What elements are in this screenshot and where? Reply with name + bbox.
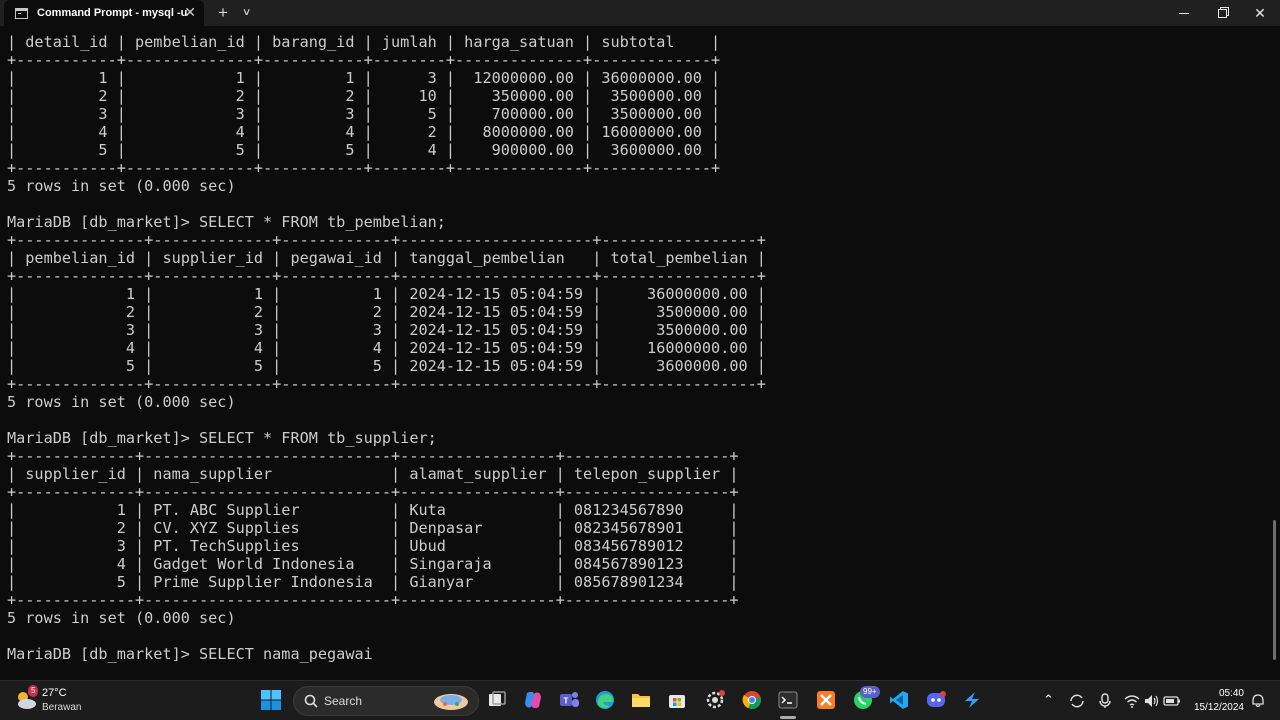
search-highlight-icon <box>434 694 468 710</box>
terminal-line: | detail_id | pembelian_id | barang_id |… <box>7 33 721 51</box>
search-box[interactable]: Search <box>293 686 479 716</box>
vscode-icon[interactable] <box>888 689 910 711</box>
terminal-line: | 4 | Gadget World Indonesia | Singaraja… <box>7 555 739 573</box>
terminal-line: | 2 | 2 | 2 | 10 | 350000.00 | 3500000.0… <box>7 87 721 105</box>
terminal-line: | 4 | 4 | 4 | 2 | 8000000.00 | 16000000.… <box>7 123 721 141</box>
terminal-line: | pembelian_id | supplier_id | pegawai_i… <box>7 249 766 267</box>
whatsapp-badge: 99+ <box>860 686 880 698</box>
tab-close-icon[interactable]: ✕ <box>184 5 196 19</box>
clock-date[interactable]: 15/12/2024 <box>1186 702 1244 713</box>
terminal-line: | 2 | CV. XYZ Supplies | Denpasar | 0823… <box>7 519 739 537</box>
title-bar: Command Prompt - mysql -u ✕ + ∨ ✕ <box>0 0 1280 26</box>
notification-bell-icon[interactable] <box>1250 693 1266 709</box>
start-icon[interactable] <box>260 689 282 711</box>
terminal-icon <box>15 7 28 19</box>
svg-text:T: T <box>564 697 569 706</box>
terminal-line: | 1 | 1 | 1 | 3 | 12000000.00 | 36000000… <box>7 69 721 87</box>
terminal-line: +--------------+-------------+----------… <box>7 267 766 285</box>
terminal-line: | 3 | 3 | 3 | 5 | 700000.00 | 3500000.00… <box>7 105 721 123</box>
wifi-icon[interactable] <box>1123 692 1141 710</box>
xampp-icon[interactable] <box>815 689 837 711</box>
restore-icon <box>1217 8 1227 18</box>
teams-icon[interactable]: T <box>558 689 580 711</box>
close-button[interactable]: ✕ <box>1240 0 1280 26</box>
terminal-app-icon[interactable] <box>777 689 799 711</box>
terminal-line: +-------------+-------------------------… <box>7 447 739 465</box>
minimize-button[interactable] <box>1164 0 1204 26</box>
store-icon[interactable] <box>666 689 688 711</box>
terminal-line: +-------------+-------------------------… <box>7 483 739 501</box>
copilot-icon[interactable] <box>522 689 544 711</box>
battery-icon[interactable] <box>1163 692 1181 710</box>
terminal-line: +-----------+--------------+-----------+… <box>7 51 721 69</box>
terminal-line: | 3 | 3 | 3 | 2024-12-15 05:04:59 | 3500… <box>7 321 766 339</box>
active-app-indicator <box>780 716 796 719</box>
terminal-line: | 1 | 1 | 1 | 2024-12-15 05:04:59 | 3600… <box>7 285 766 303</box>
terminal-line: +--------------+-------------+----------… <box>7 375 766 393</box>
volume-icon[interactable] <box>1143 692 1161 710</box>
terminal-line: | supplier_id | nama_supplier | alamat_s… <box>7 465 739 483</box>
task-view-icon[interactable] <box>486 689 508 711</box>
gear-icon[interactable] <box>704 689 726 711</box>
terminal-line: 5 rows in set (0.000 sec) <box>7 609 236 627</box>
terminal-line: 5 rows in set (0.000 sec) <box>7 177 236 195</box>
weather-temperature[interactable]: 27°C <box>42 687 67 699</box>
weather-description[interactable]: Berawan <box>42 702 81 713</box>
tab-title: Command Prompt - mysql -u <box>37 7 188 19</box>
terminal-line: | 4 | 4 | 4 | 2024-12-15 05:04:59 | 1600… <box>7 339 766 357</box>
discord-icon[interactable] <box>925 689 947 711</box>
new-tab-button[interactable]: + <box>218 3 228 23</box>
terminal-output[interactable]: | detail_id | pembelian_id | barang_id |… <box>0 26 1268 680</box>
terminal-line: | 3 | PT. TechSupplies | Ubud | 08345678… <box>7 537 739 555</box>
terminal-line: MariaDB [db_market]> SELECT * FROM tb_pe… <box>7 213 446 231</box>
terminal-line: +-------------+-------------------------… <box>7 591 739 609</box>
microphone-icon[interactable] <box>1096 692 1114 710</box>
tab-command-prompt[interactable]: Command Prompt - mysql -u ✕ <box>4 0 204 26</box>
edge-icon[interactable] <box>594 689 616 711</box>
sync-icon[interactable] <box>1068 692 1086 710</box>
terminal-line: MariaDB [db_market]> SELECT * FROM tb_su… <box>7 429 437 447</box>
terminal-line: | 5 | 5 | 5 | 2024-12-15 05:04:59 | 3600… <box>7 357 766 375</box>
chrome-icon[interactable] <box>741 689 763 711</box>
app-arrow-icon[interactable] <box>961 689 983 711</box>
minimize-icon <box>1179 12 1189 14</box>
tray-overflow-chevron-icon[interactable]: ⌃ <box>1043 692 1054 708</box>
terminal-line: 5 rows in set (0.000 sec) <box>7 393 236 411</box>
maximize-button[interactable] <box>1202 0 1242 26</box>
terminal-line: | 5 | 5 | 5 | 4 | 900000.00 | 3600000.00… <box>7 141 721 159</box>
terminal-line: +-----------+--------------+-----------+… <box>7 159 721 177</box>
search-icon <box>304 694 318 708</box>
clock-time[interactable]: 05:40 <box>1186 688 1244 699</box>
terminal-line: | 5 | Prime Supplier Indonesia | Gianyar… <box>7 573 739 591</box>
scrollbar-thumb[interactable] <box>1273 520 1276 660</box>
terminal-line: MariaDB [db_market]> SELECT nama_pegawai <box>7 645 373 663</box>
taskbar: 5 27°C Berawan Search T 99+ ⌃ 05:40 15/1… <box>0 680 1280 720</box>
tab-dropdown-button[interactable]: ∨ <box>242 4 252 22</box>
terminal-line: +--------------+-------------+----------… <box>7 231 766 249</box>
terminal-line: | 2 | 2 | 2 | 2024-12-15 05:04:59 | 3500… <box>7 303 766 321</box>
search-label: Search <box>324 694 363 708</box>
terminal-line: | 1 | PT. ABC Supplier | Kuta | 08123456… <box>7 501 739 519</box>
file-explorer-icon[interactable] <box>630 689 652 711</box>
